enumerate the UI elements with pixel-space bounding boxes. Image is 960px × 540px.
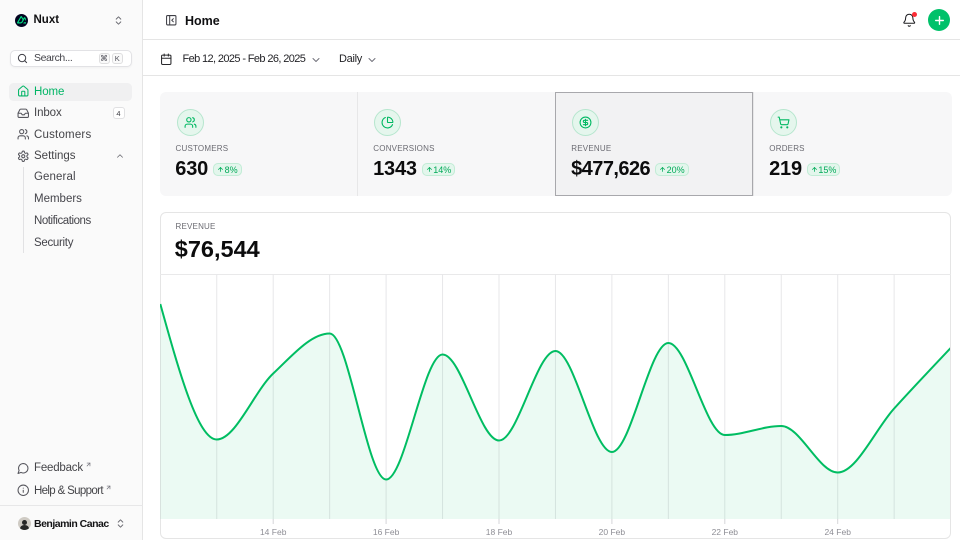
svg-text:20 Feb: 20 Feb — [598, 527, 625, 537]
svg-text:16 Feb: 16 Feb — [372, 527, 399, 537]
svg-text:18 Feb: 18 Feb — [485, 527, 512, 537]
svg-text:22 Feb: 22 Feb — [711, 527, 738, 537]
svg-text:24 Feb: 24 Feb — [824, 527, 851, 537]
svg-text:14 Feb: 14 Feb — [259, 527, 286, 537]
